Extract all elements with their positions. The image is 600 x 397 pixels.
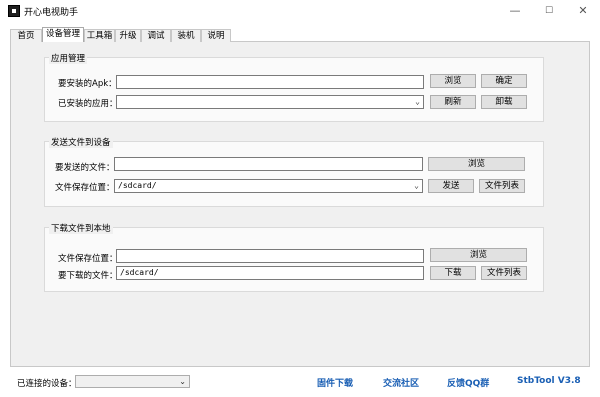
send-file-label: 要发送的文件： bbox=[55, 163, 115, 173]
firmware-download-link[interactable]: 固件下载 bbox=[317, 376, 353, 389]
community-link[interactable]: 交流社区 bbox=[383, 376, 419, 389]
download-file-title: 下载文件到本地 bbox=[49, 222, 113, 234]
download-button[interactable]: 下载 bbox=[430, 266, 476, 280]
tab-help[interactable]: 说明 bbox=[201, 29, 231, 42]
send-file-title: 发送文件到设备 bbox=[49, 136, 113, 148]
close-icon[interactable]: ✕ bbox=[566, 0, 600, 22]
send-button[interactable]: 发送 bbox=[428, 179, 474, 193]
tab-debug[interactable]: 调试 bbox=[141, 29, 171, 42]
send-file-browse-button[interactable]: 浏览 bbox=[428, 157, 525, 171]
connected-device-label: 已连接的设备： bbox=[17, 379, 77, 389]
download-file-label: 要下载的文件： bbox=[58, 271, 118, 281]
refresh-button[interactable]: 刷新 bbox=[430, 95, 476, 109]
feedback-qq-link[interactable]: 反馈QQ群 bbox=[447, 376, 489, 389]
send-file-list-button[interactable]: 文件列表 bbox=[479, 179, 525, 193]
download-save-location-input[interactable] bbox=[116, 249, 424, 263]
download-save-location-label: 文件保存位置： bbox=[58, 254, 118, 264]
title-bar: 开心电视助手 — ☐ ✕ bbox=[0, 0, 600, 22]
window-title: 开心电视助手 bbox=[24, 8, 79, 18]
tab-device-manage[interactable]: 设备管理 bbox=[42, 27, 84, 42]
send-file-group bbox=[44, 141, 544, 207]
send-save-location-label: 文件保存位置： bbox=[55, 183, 115, 193]
app-manage-title: 应用管理 bbox=[49, 52, 88, 64]
apk-label: 要安装的Apk： bbox=[58, 79, 117, 89]
installed-apps-select[interactable]: ⌄ bbox=[116, 95, 424, 109]
minimize-icon[interactable]: — bbox=[498, 0, 532, 22]
install-confirm-button[interactable]: 确定 bbox=[481, 74, 527, 88]
tab-toolbox[interactable]: 工具箱 bbox=[84, 29, 115, 42]
app-manage-group bbox=[44, 57, 544, 122]
apk-input[interactable] bbox=[116, 75, 424, 89]
version-link[interactable]: StbTool V3.8 bbox=[517, 376, 581, 386]
chevron-down-icon: ⌄ bbox=[179, 377, 186, 386]
chevron-down-icon: ⌄ bbox=[414, 181, 419, 190]
send-save-location-select[interactable]: /sdcard/ ⌄ bbox=[114, 179, 423, 193]
download-file-list-button[interactable]: 文件列表 bbox=[481, 266, 527, 280]
send-file-input[interactable] bbox=[114, 157, 423, 171]
uninstall-button[interactable]: 卸载 bbox=[481, 95, 527, 109]
connected-device-select[interactable]: ⌄ bbox=[75, 375, 190, 388]
send-save-location-value: /sdcard/ bbox=[118, 181, 157, 190]
app-icon bbox=[8, 5, 20, 17]
apk-browse-button[interactable]: 浏览 bbox=[430, 74, 476, 88]
tab-upgrade[interactable]: 升级 bbox=[115, 29, 141, 42]
installed-apps-label: 已安装的应用： bbox=[58, 99, 118, 109]
tab-install[interactable]: 装机 bbox=[171, 29, 201, 42]
tab-home[interactable]: 首页 bbox=[10, 29, 42, 42]
maximize-icon[interactable]: ☐ bbox=[532, 0, 566, 22]
download-file-input[interactable]: /sdcard/ bbox=[116, 266, 424, 280]
chevron-down-icon: ⌄ bbox=[415, 97, 420, 106]
download-browse-button[interactable]: 浏览 bbox=[430, 248, 527, 262]
